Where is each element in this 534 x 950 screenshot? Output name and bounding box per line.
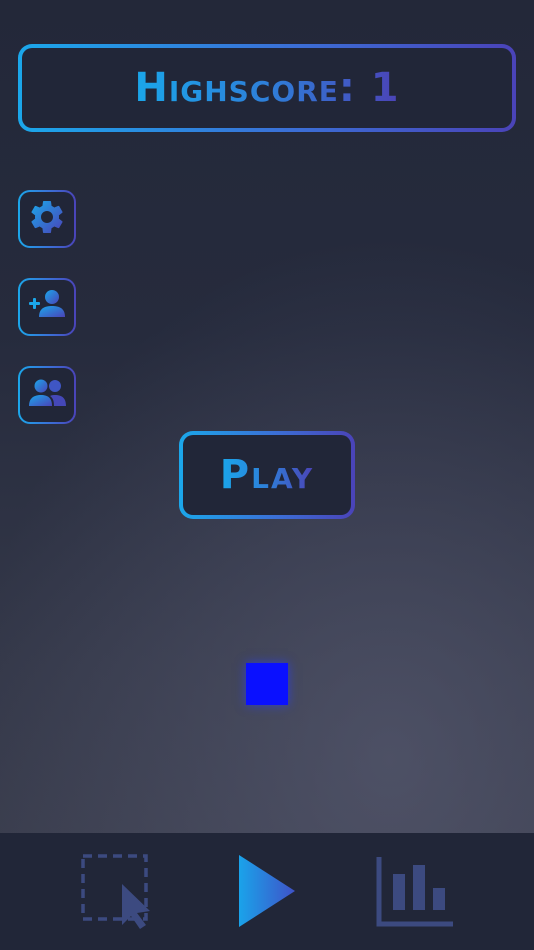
highscore-text: Highscore: 1: [134, 65, 400, 111]
add-person-icon: [26, 287, 68, 327]
friends-button[interactable]: [18, 366, 76, 424]
selection-cursor-icon[interactable]: [80, 853, 160, 931]
highscore-banner: Highscore: 1: [18, 44, 516, 132]
play-triangle-icon[interactable]: [236, 853, 298, 929]
bar-chart-icon[interactable]: [376, 855, 456, 927]
settings-button[interactable]: [18, 190, 76, 248]
play-button[interactable]: Play: [179, 431, 355, 519]
gear-icon: [27, 197, 67, 241]
add-friend-button[interactable]: [18, 278, 76, 336]
player-square: [246, 663, 288, 705]
group-icon: [26, 375, 68, 415]
play-button-label: Play: [219, 452, 315, 498]
